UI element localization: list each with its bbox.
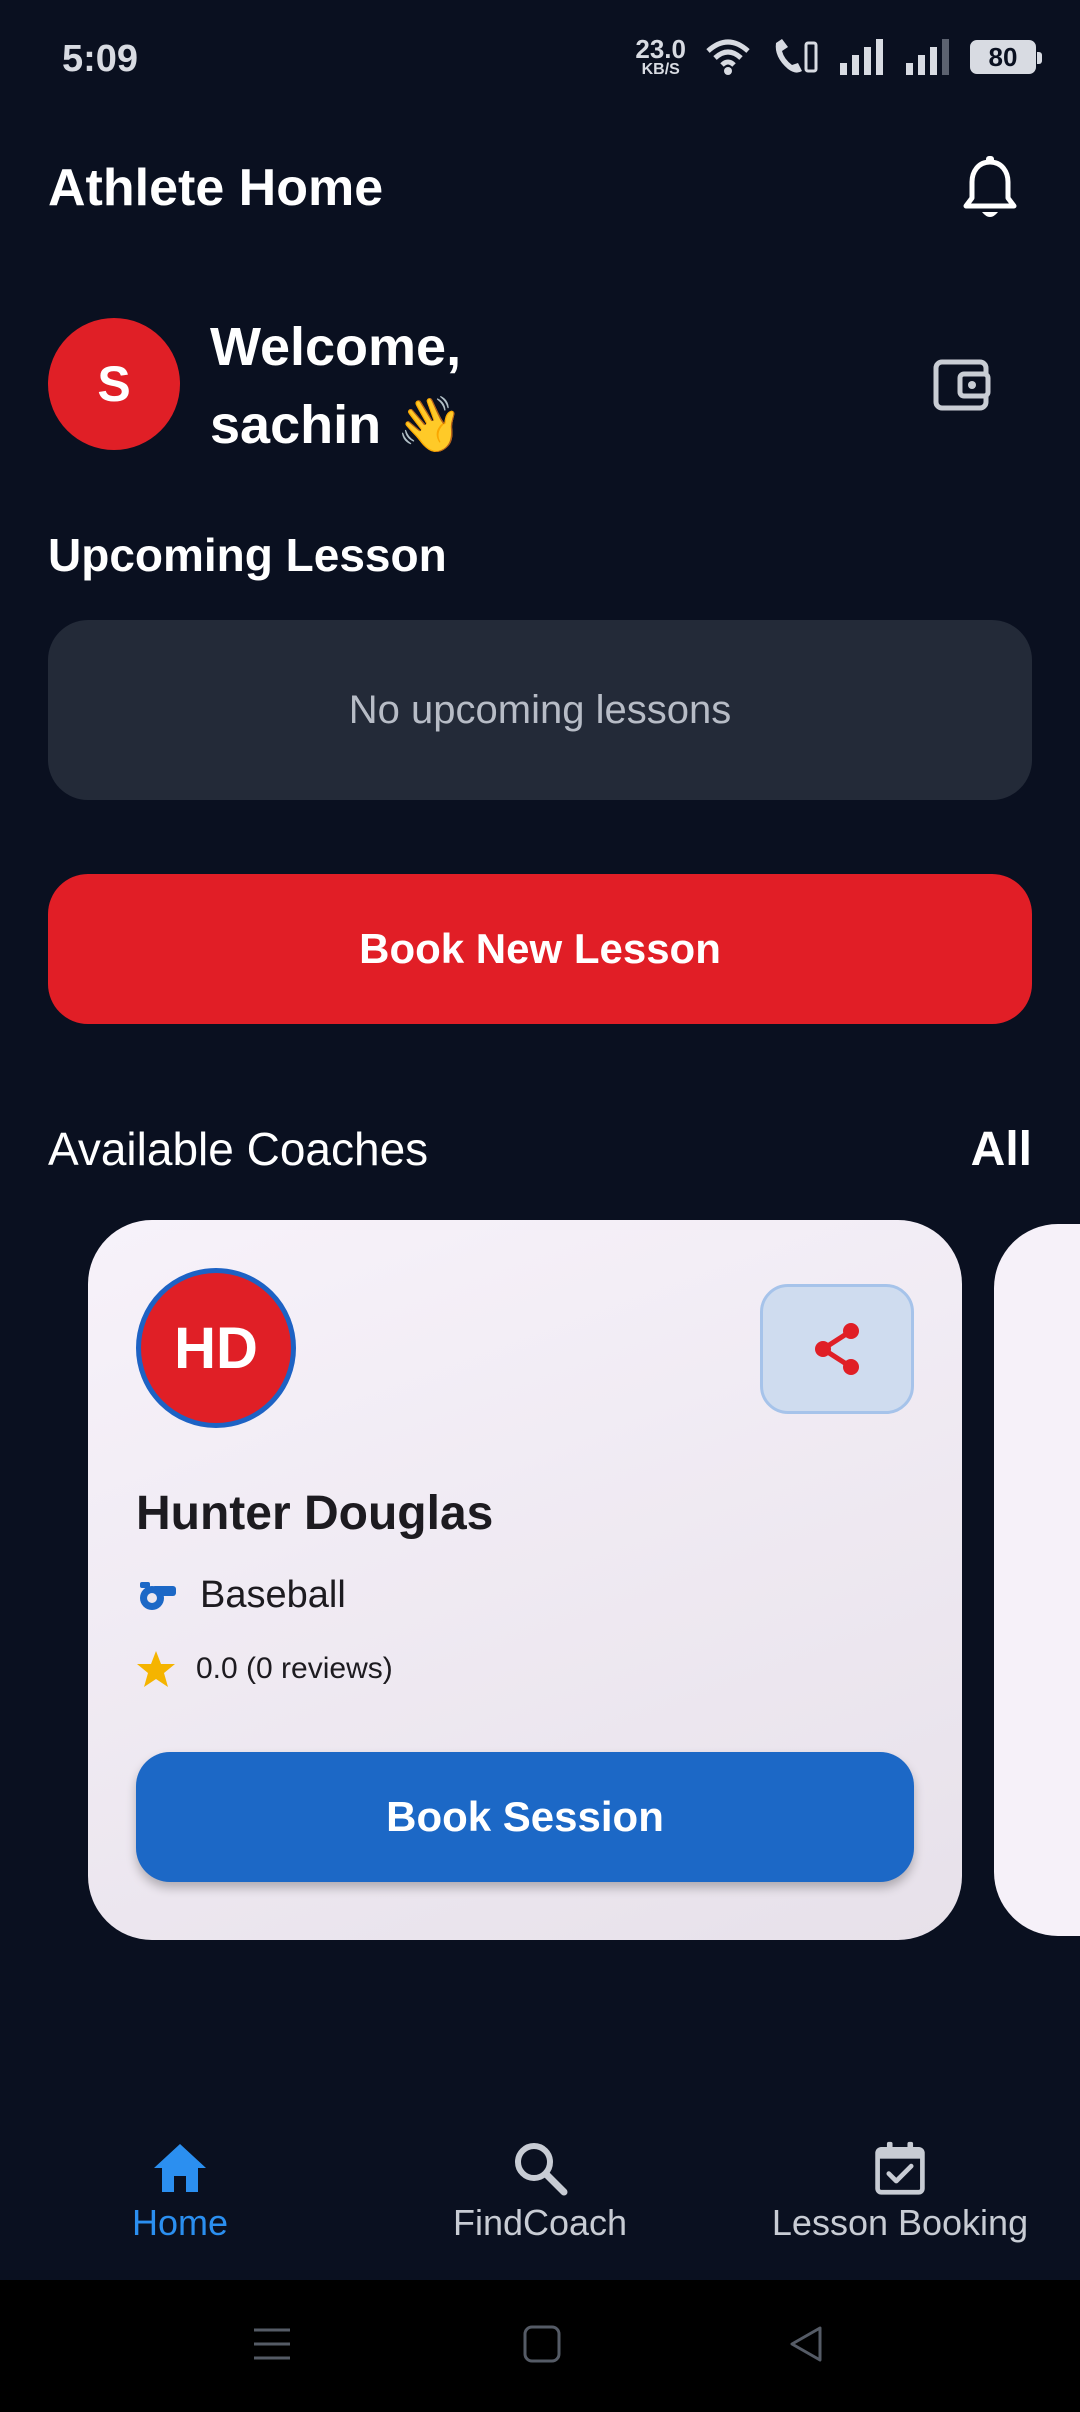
wallet-icon[interactable] [932, 356, 992, 412]
nav-label-home: Home [131, 2202, 229, 2243]
coach-sport-label: Baseball [200, 1574, 346, 1616]
whistle-icon [140, 1581, 176, 1610]
home-icon [154, 2144, 206, 2192]
upcoming-lesson-title: Upcoming Lesson [48, 529, 447, 581]
search-icon [515, 2143, 568, 2196]
nav-label-lesson-booking: Lesson Booking [771, 2202, 1029, 2243]
coach-rating-text: 0.0 (0 reviews) [196, 1652, 393, 1685]
welcome-line-2: sachin 👋 [210, 395, 464, 455]
share-icon [815, 1323, 859, 1375]
next-coach-card[interactable] [994, 1224, 1080, 1936]
wifi-icon [706, 39, 750, 75]
user-avatar: S [48, 318, 180, 450]
empty-state-text: No upcoming lessons [348, 687, 732, 732]
coach-sport: Baseball [136, 1574, 346, 1617]
wifi-calling-icon [775, 39, 818, 73]
notification-bell-icon[interactable] [960, 156, 1020, 222]
signal-icon-2 [906, 39, 949, 75]
menu-icon[interactable] [252, 2324, 292, 2364]
nav-item-home[interactable]: Home [80, 2140, 280, 2244]
coach-card[interactable]: HD Hunter Douglas Baseball 0.0 (0 review… [88, 1220, 962, 1940]
upcoming-lesson-empty-card: No upcoming lessons [48, 620, 1032, 800]
coach-rating: 0.0 (0 reviews) [136, 1650, 393, 1688]
star-icon [137, 1651, 175, 1687]
signal-icon-1 [840, 39, 883, 75]
available-coaches-title: Available Coaches [48, 1123, 429, 1175]
network-speed: 23.0 KB/S [635, 36, 686, 78]
status-icons: 23.0 KB/S 80 [635, 36, 1042, 78]
book-new-lesson-button[interactable]: Book New Lesson [48, 874, 1032, 1024]
home-button-icon[interactable] [522, 2324, 562, 2364]
page-title: Athlete Home [48, 159, 384, 217]
system-navigation-bar [0, 2280, 1080, 2412]
nav-item-lesson-booking[interactable]: Lesson Booking [760, 2140, 1040, 2244]
book-session-button[interactable]: Book Session [136, 1752, 914, 1882]
status-time: 5:09 [62, 38, 139, 80]
share-button[interactable] [760, 1284, 914, 1414]
back-icon[interactable] [786, 2324, 826, 2364]
welcome-line-1: Welcome, [210, 317, 462, 377]
welcome-text: Welcome, sachin 👋 [210, 308, 463, 464]
nav-item-findcoach[interactable]: FindCoach [420, 2140, 660, 2244]
bottom-navigation: Home FindCoach Lesson Booking [0, 2110, 1080, 2280]
network-speed-value: 23.0 [635, 34, 686, 64]
calendar-check-icon [875, 2141, 925, 2195]
network-speed-unit: KB/S [641, 61, 680, 78]
coach-avatar: HD [136, 1268, 296, 1428]
coach-name: Hunter Douglas [136, 1487, 494, 1540]
nav-label-findcoach: FindCoach [452, 2202, 628, 2243]
all-coaches-link[interactable]: All [971, 1122, 1032, 1177]
battery-icon: 80 [970, 40, 1042, 74]
